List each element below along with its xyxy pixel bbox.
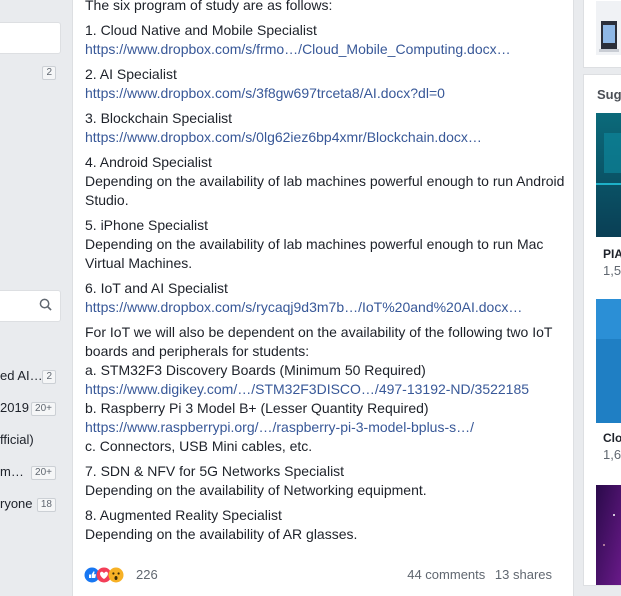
- page-name[interactable]: PIA: [603, 247, 621, 261]
- count-badge: 20+: [31, 466, 56, 480]
- sidebar-item[interactable]: m… 20+: [0, 464, 60, 482]
- post-intro: The six program of study are as follows:: [85, 0, 333, 13]
- program-note: Depending on the availability of lab mac…: [85, 173, 565, 208]
- iot-link[interactable]: https://www.raspberrypi.org/…/raspberry-…: [85, 418, 565, 437]
- page-thumbnail[interactable]: [596, 113, 621, 237]
- page-likes: 1,6: [603, 447, 621, 462]
- program-title: 5. iPhone Specialist: [85, 217, 208, 233]
- reaction-icons[interactable]: [84, 567, 134, 583]
- sidebar-panel[interactable]: [0, 22, 61, 54]
- suggested-pages-card: Sugg PIA 1,5 Clo 1,6: [583, 74, 621, 586]
- program-link[interactable]: https://www.dropbox.com/s/rycaqj9d3m7b…/…: [85, 298, 565, 317]
- suggested-heading: Sugg: [597, 87, 621, 102]
- count-badge: 2: [42, 370, 56, 384]
- count-badge: 18: [36, 498, 56, 512]
- program-title: 7. SDN & NFV for 5G Networks Specialist: [85, 463, 345, 479]
- reaction-count[interactable]: 226: [136, 567, 158, 582]
- page-thumbnail[interactable]: [596, 485, 621, 585]
- program-link[interactable]: https://www.dropbox.com/s/frmo…/Cloud_Mo…: [85, 40, 565, 59]
- count-badge: 2: [42, 66, 56, 80]
- program-note: Depending on the availability of Network…: [85, 482, 427, 498]
- program-link[interactable]: https://www.dropbox.com/s/3f8gw697trceta…: [85, 84, 565, 103]
- sidebar-item-label: 2019: [0, 400, 29, 415]
- thumbnail-image: [596, 1, 621, 55]
- sidebar-item[interactable]: ryone 18: [0, 496, 60, 514]
- iot-intro: For IoT we will also be dependent on the…: [85, 324, 553, 359]
- comments-count[interactable]: 44 comments: [407, 567, 485, 582]
- search-icon: [39, 298, 52, 311]
- program-title: 8. Augmented Reality Specialist: [85, 507, 282, 523]
- program-title: 6. IoT and AI Specialist: [85, 280, 228, 296]
- sidebar-item[interactable]: 2019 20+: [0, 400, 60, 418]
- program-link[interactable]: https://www.dropbox.com/s/0lg62iez6bp4xm…: [85, 128, 565, 147]
- sidebar-item[interactable]: 2: [0, 64, 60, 82]
- page-likes: 1,5: [603, 263, 621, 278]
- count-badge: 20+: [31, 402, 56, 416]
- sidebar-item[interactable]: ed AI… 2: [0, 368, 60, 386]
- right-column: Sugg PIA 1,5 Clo 1,6: [583, 0, 621, 586]
- sidebar-item-label: ed AI…: [0, 368, 43, 383]
- reactions-bar: 226 44 comments 13 shares: [84, 567, 564, 585]
- page-name[interactable]: Clo: [603, 431, 621, 445]
- engagement-counts: 44 comments 13 shares: [401, 567, 552, 582]
- post-card: The six program of study are as follows:…: [72, 0, 574, 596]
- iot-item: b. Raspberry Pi 3 Model B+ (Lesser Quant…: [85, 400, 429, 416]
- program-title: 4. Android Specialist: [85, 154, 212, 170]
- iot-item: a. STM32F3 Discovery Boards (Minimum 50 …: [85, 362, 426, 378]
- program-title: 1. Cloud Native and Mobile Specialist: [85, 22, 317, 38]
- sidebar-search-input[interactable]: [0, 290, 61, 322]
- post-text: The six program of study are as follows:…: [85, 0, 565, 544]
- page-thumbnail[interactable]: [596, 299, 621, 423]
- iot-link[interactable]: https://www.digikey.com/…/STM32F3DISCO…/…: [85, 380, 565, 399]
- program-note: Depending on the availability of lab mac…: [85, 236, 544, 271]
- sidebar-item-label: ryone: [0, 496, 33, 511]
- program-title: 2. AI Specialist: [85, 66, 177, 82]
- sidebar-item[interactable]: fficial): [0, 432, 60, 450]
- shares-count[interactable]: 13 shares: [495, 567, 552, 582]
- program-title: 3. Blockchain Specialist: [85, 110, 233, 126]
- sidebar-item-label: fficial): [0, 432, 34, 447]
- sidebar-item-label: m…: [0, 464, 24, 479]
- left-sidebar: 2 ed AI… 2 2019 20+ fficial) m… 20+ ryon…: [0, 0, 66, 576]
- iot-item: c. Connectors, USB Mini cables, etc.: [85, 438, 313, 454]
- sponsored-card[interactable]: [583, 0, 621, 68]
- program-note: Depending on the availability of AR glas…: [85, 526, 358, 542]
